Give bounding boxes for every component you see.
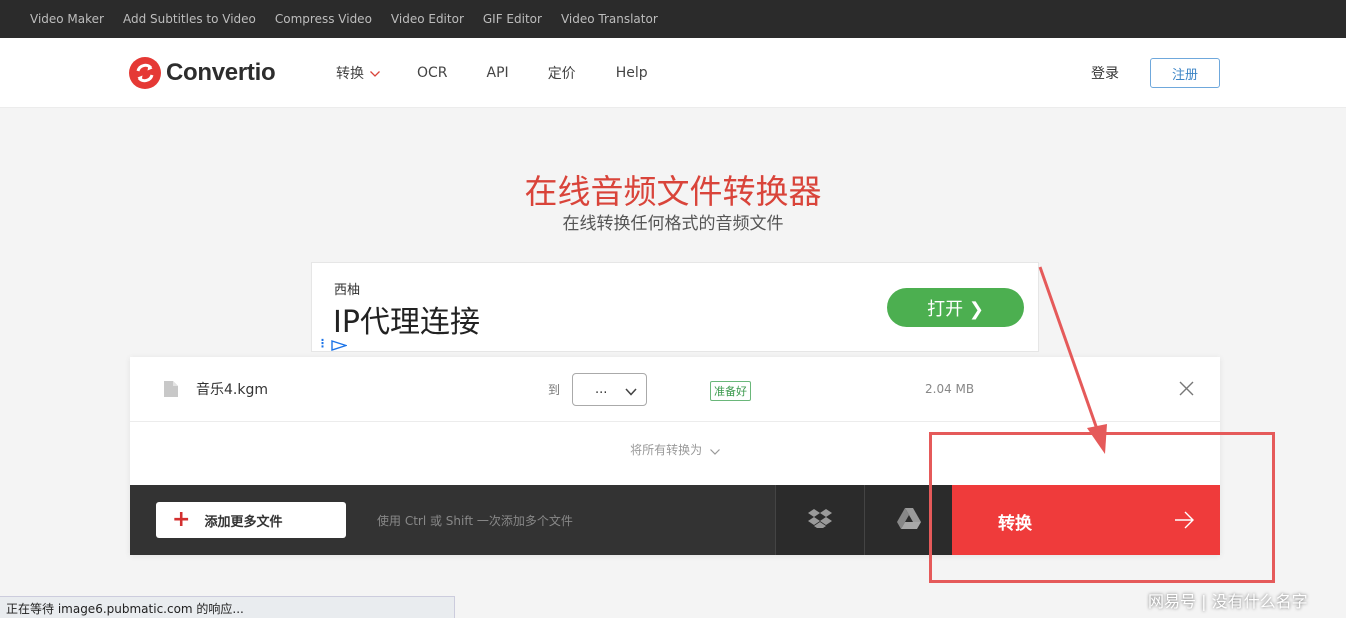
watermark: 网易号 | 没有什么名字 [1148,592,1308,611]
browser-status-bar: 正在等待 image6.pubmatic.com 的响应... [0,596,455,618]
annotation-highlight-box [929,432,1275,583]
